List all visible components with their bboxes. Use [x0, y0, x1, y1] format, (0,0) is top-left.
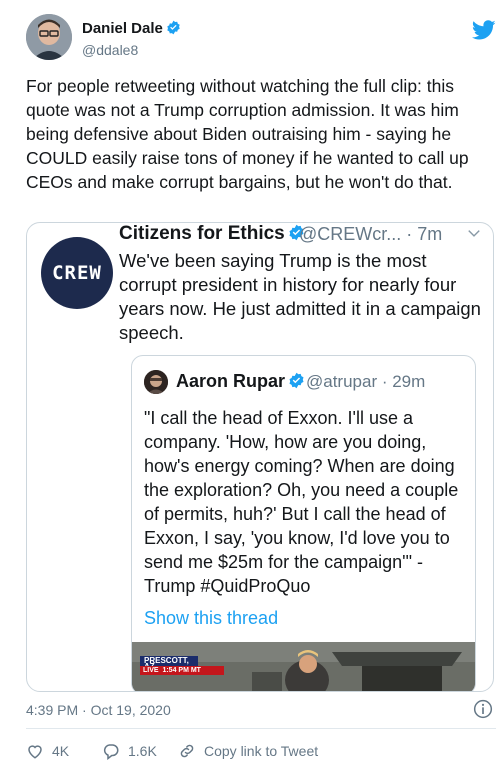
tweet-timestamp[interactable]: 4:39 PM · Oct 19, 2020	[26, 702, 171, 718]
show-thread-link[interactable]: Show this thread	[144, 608, 278, 629]
crew-avatar[interactable]: CREW	[41, 237, 113, 309]
avatar[interactable]	[26, 14, 72, 60]
author-name[interactable]: Daniel Dale	[82, 20, 181, 37]
verified-badge-icon	[289, 372, 304, 389]
author-handle[interactable]: @ddale8	[82, 42, 138, 58]
news-live-bar: LIVE 1:54 PM MT	[140, 666, 224, 675]
nested-author-name-text[interactable]: Aaron Rupar	[176, 371, 285, 391]
verified-badge-icon	[167, 20, 180, 35]
tweet-header: Daniel Dale @ddale8	[26, 14, 496, 64]
live-time: 1:54 PM MT	[162, 667, 201, 674]
nested-quoted-tweet[interactable]: Aaron Rupar @atrupar · 29m "I call the h…	[131, 355, 476, 691]
tweet-text: For people retweeting without watching t…	[26, 76, 469, 192]
reply-button[interactable]: 1.6K	[102, 740, 157, 762]
chevron-down-icon[interactable]	[467, 226, 481, 240]
nested-avatar[interactable]	[144, 370, 168, 394]
copy-link-button[interactable]: Copy link to Tweet	[178, 740, 318, 762]
link-icon	[180, 744, 194, 758]
reply-icon	[103, 744, 119, 760]
quoted-author-meta[interactable]: @CREWcr... · 7m	[299, 224, 442, 245]
nested-author-name[interactable]: Aaron Rupar	[176, 371, 305, 392]
author-name-text[interactable]: Daniel Dale	[82, 20, 163, 37]
reply-count: 1.6K	[128, 743, 157, 759]
quoted-tweet[interactable]: CREW Citizens for Ethics @CREWcr... · 7m…	[26, 222, 494, 692]
copy-link-label: Copy link to Tweet	[204, 743, 319, 759]
quoted-author-name-text[interactable]: Citizens for Ethics	[119, 223, 285, 244]
twitter-bird-icon[interactable]	[472, 18, 496, 42]
video-thumbnail[interactable]: PRESCOTT, AZ LIVE 1:54 PM MT	[132, 642, 475, 691]
info-icon[interactable]	[473, 699, 493, 719]
like-button[interactable]: 4K	[26, 740, 69, 762]
live-label: LIVE	[143, 667, 159, 674]
nested-tweet-text: "I call the head of Exxon. I'll use a co…	[144, 408, 459, 596]
news-location: PRESCOTT, AZ	[140, 656, 198, 671]
nested-author-meta[interactable]: @atrupar · 29m	[306, 372, 425, 392]
news-overlay: PRESCOTT, AZ LIVE 1:54 PM MT	[140, 656, 224, 675]
quoted-author-name[interactable]: Citizens for Ethics	[119, 223, 305, 245]
heart-icon	[28, 745, 42, 759]
like-count: 4K	[52, 743, 70, 759]
quoted-tweet-text: We've been saying Trump is the most corr…	[119, 250, 481, 343]
divider	[26, 728, 496, 729]
